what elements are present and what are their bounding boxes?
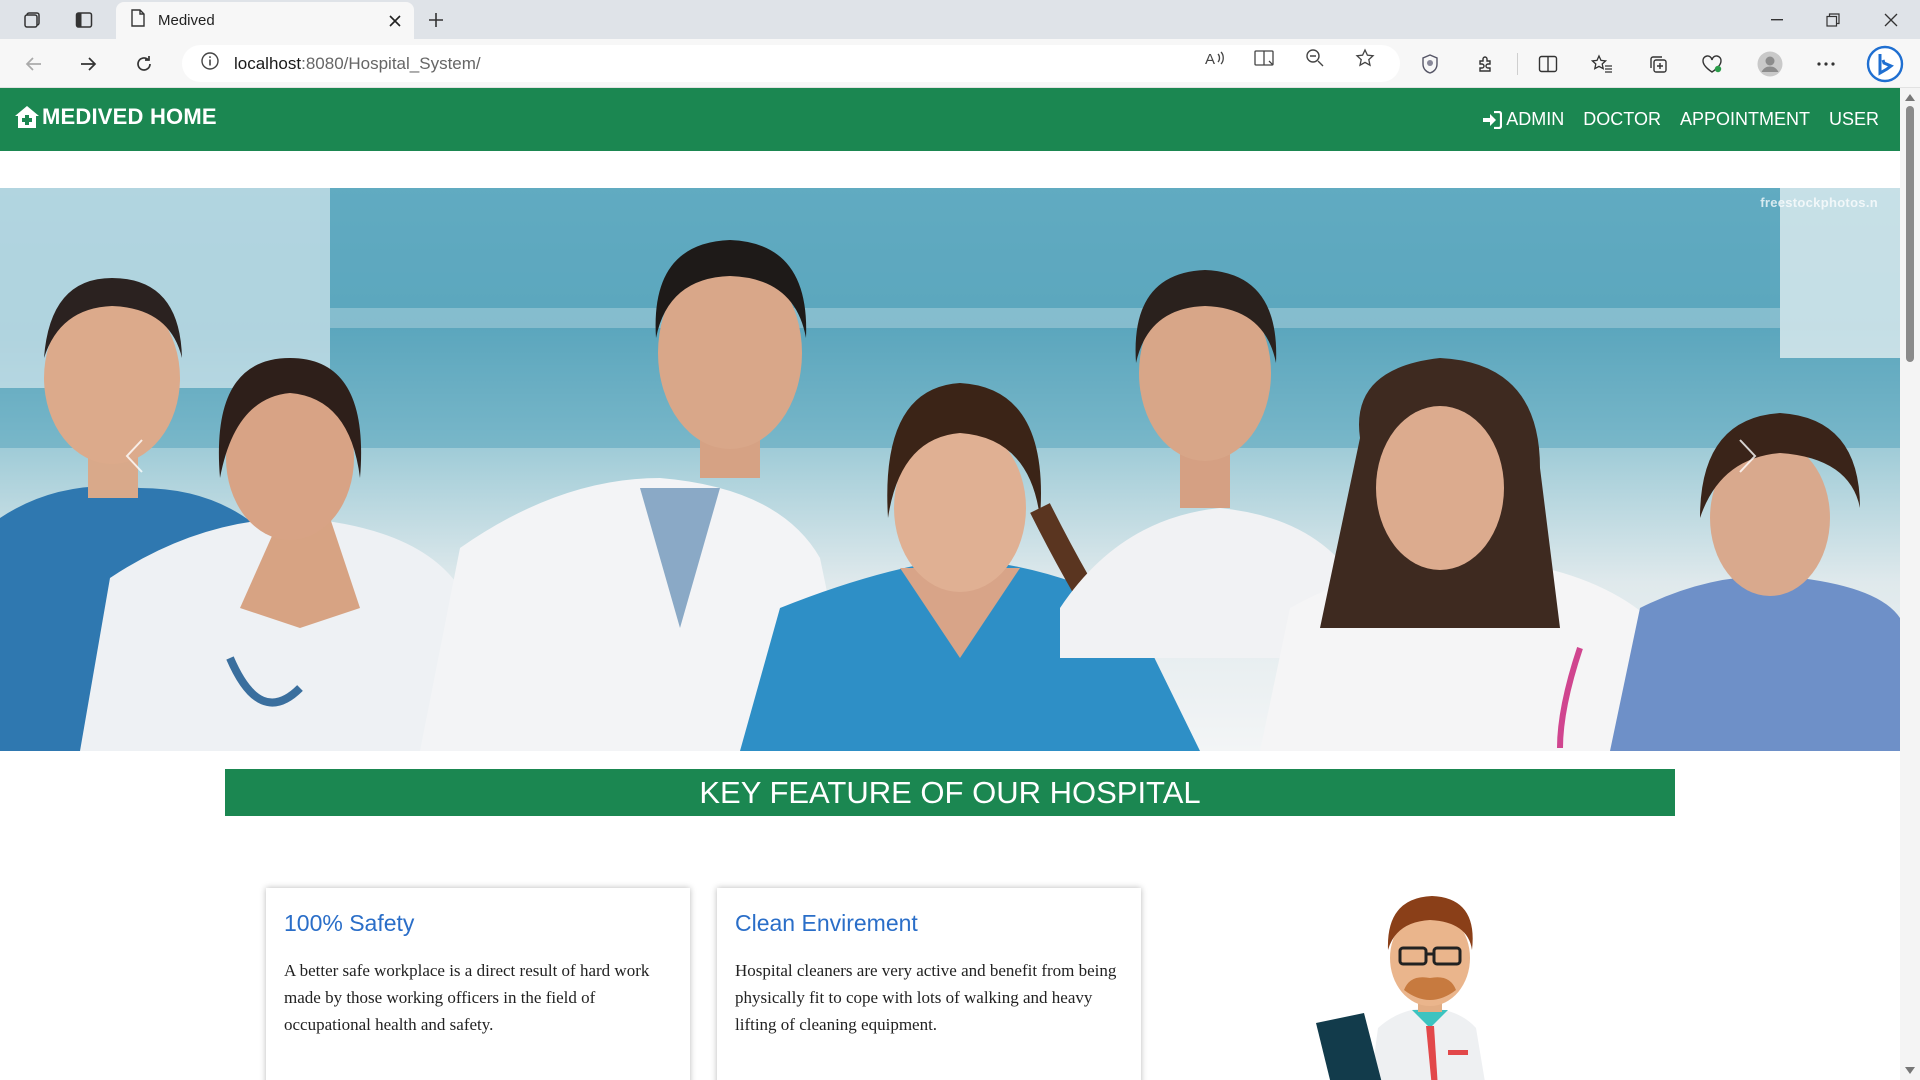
- medical-team-photo: [0, 188, 1900, 751]
- hero-carousel: freestockphotos.n: [0, 188, 1900, 751]
- shield-icon[interactable]: [1414, 48, 1446, 80]
- page-viewport: MEDIVED HOME ADMIN DOCTOR APPOINTMENT US…: [0, 88, 1900, 1080]
- nav-admin-label: ADMIN: [1506, 109, 1565, 129]
- card-text: A better safe workplace is a direct resu…: [284, 961, 650, 1034]
- hospital-home-icon: [14, 105, 40, 129]
- scrollbar-thumb[interactable]: [1906, 106, 1914, 362]
- svg-text:A: A: [1205, 51, 1215, 67]
- card-title: Clean Envirement: [735, 910, 918, 936]
- forward-icon[interactable]: [72, 48, 104, 80]
- card-text: Hospital cleaners are very active and be…: [735, 961, 1117, 1034]
- more-options-icon[interactable]: [1810, 48, 1842, 80]
- url-path: :8080/Hospital_System/: [301, 53, 481, 73]
- close-icon[interactable]: [382, 8, 408, 34]
- profile-avatar-icon[interactable]: [1754, 48, 1786, 80]
- url-host: localhost: [234, 53, 302, 73]
- toolbar-divider: [1517, 53, 1518, 75]
- workspaces-icon[interactable]: [16, 4, 48, 36]
- restore-icon[interactable]: [1806, 0, 1860, 39]
- feature-card-clean: Clean Envirement Hospital cleaners are v…: [717, 888, 1141, 1080]
- zoom-out-icon[interactable]: [1302, 48, 1328, 68]
- sign-in-icon: [1482, 110, 1503, 129]
- carousel-next-button[interactable]: [1738, 438, 1778, 498]
- back-icon[interactable]: [18, 48, 50, 80]
- read-aloud-icon[interactable]: A: [1202, 48, 1228, 68]
- favorite-star-icon[interactable]: [1352, 48, 1378, 68]
- page-scrollbar[interactable]: [1900, 88, 1920, 1080]
- browser-tab-bar: Medived: [0, 0, 1920, 39]
- tab-actions-icon[interactable]: [68, 4, 100, 36]
- page-icon: [130, 9, 146, 32]
- window-close-icon[interactable]: [1864, 0, 1918, 39]
- browser-tab[interactable]: Medived: [116, 2, 414, 39]
- card-title: 100% Safety: [284, 910, 415, 936]
- brand-text: MEDIVED HOME: [42, 104, 217, 129]
- bing-copilot-icon[interactable]: [1864, 44, 1906, 84]
- browser-toolbar: localhost:8080/Hospital_System/ A: [0, 39, 1920, 88]
- extensions-icon[interactable]: [1470, 48, 1502, 80]
- scroll-down-arrow-icon[interactable]: [1905, 1067, 1915, 1074]
- minimize-icon[interactable]: [1750, 0, 1804, 39]
- doctor-illustration: [1300, 878, 1500, 1080]
- immersive-reader-icon[interactable]: [1252, 48, 1278, 68]
- brand-link[interactable]: MEDIVED HOME: [14, 104, 217, 130]
- feature-card-safety: 100% Safety A better safe workplace is a…: [266, 888, 690, 1080]
- split-screen-icon[interactable]: [1532, 48, 1564, 80]
- nav-doctor-link[interactable]: DOCTOR: [1583, 109, 1661, 130]
- collections-icon[interactable]: [1642, 48, 1674, 80]
- nav-admin-link[interactable]: ADMIN: [1482, 109, 1564, 130]
- nav-appointment-link[interactable]: APPOINTMENT: [1680, 109, 1810, 130]
- url-text: localhost:8080/Hospital_System/: [234, 54, 481, 74]
- carousel-prev-button[interactable]: [124, 438, 164, 498]
- new-tab-icon[interactable]: [420, 4, 452, 36]
- nav-user-link[interactable]: USER: [1829, 109, 1879, 130]
- watermark-text: freestockphotos.n: [1760, 195, 1878, 210]
- feature-heading: KEY FEATURE OF OUR HOSPITAL: [225, 769, 1675, 816]
- site-navbar: MEDIVED HOME ADMIN DOCTOR APPOINTMENT US…: [0, 88, 1900, 151]
- tab-title: Medived: [158, 12, 215, 29]
- refresh-icon[interactable]: [128, 48, 160, 80]
- performance-icon[interactable]: [1696, 48, 1728, 80]
- site-info-icon[interactable]: [200, 51, 220, 76]
- scroll-up-arrow-icon[interactable]: [1905, 94, 1915, 101]
- nav-links: ADMIN DOCTOR APPOINTMENT USER: [1463, 88, 1879, 151]
- favorites-icon[interactable]: [1586, 48, 1618, 80]
